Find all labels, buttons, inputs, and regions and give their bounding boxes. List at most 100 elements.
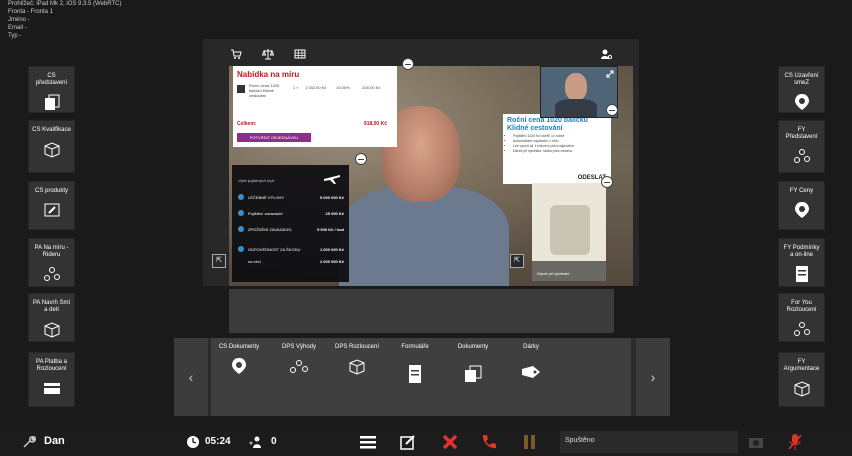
insurance-row-value: 5 000 000 Kč [319,195,344,200]
tag-icon [522,366,540,378]
share-screen-icon[interactable]: ⇱ [212,254,226,268]
insurance-header: Výše pojistných krytí [238,178,275,183]
tile-label: FY Ceny [789,188,814,194]
carousel-item-label: CS Dokumenty [218,344,260,350]
document-icon [795,266,808,282]
camera-icon[interactable] [748,435,764,449]
carousel-item-dps-vyhody[interactable]: DPS Výhody [275,344,323,375]
call-timer: 05:24 [205,436,231,447]
minimize-insurance-button[interactable] [355,153,367,165]
box-icon [44,322,59,338]
insurance-row-name: ODPOVĚDNOST ZA ŠKODU [248,247,301,252]
carousel-item-label: Dárky [523,344,539,350]
participants-icon [249,436,261,448]
right-tile-for-you-rozlouceni[interactable]: For You Rozloucení [778,293,825,342]
nodes-icon [793,322,810,336]
insurance-row-name: LÉČEBNÉ VÝLOHY [248,195,285,200]
carousel-item-label: Dokumenty [457,344,489,350]
insurance-row: ZPOŽDĚNÍ ZAVAZADEL 5 000 Kč / hod [238,225,344,237]
carousel-item-label: Formuláře [401,344,429,350]
right-tile-fy-podminky[interactable]: FY Podmínky a on-line [778,238,825,287]
taskbar: Dan 05:24 0 Spuštěno [0,429,852,456]
carousel-item-label: DPS Výhody [281,344,317,350]
document-icon [409,365,421,383]
info-line: Jméno - [8,17,30,23]
left-tile-pa-navrh[interactable]: PA Navrh Smí a deti [28,293,75,342]
nodes-icon [290,360,308,373]
insurance-row-name: Pojištění zavazadel [248,211,283,216]
tile-label: FY Argumentace [783,359,820,372]
bag-caption: Dárek při sjednání [537,271,570,276]
wrench-icon[interactable] [22,435,36,449]
minimize-bag-button[interactable] [601,176,613,188]
right-tile-fy-predstaveni[interactable]: FY Představení [778,120,825,173]
right-tile-cs-uzavreni[interactable]: CS Uzavření smeZ [778,66,825,113]
share-image-icon[interactable]: ⇱ [510,254,524,268]
tile-label: CS Uzavření smeZ [784,73,819,86]
liability-icon [238,246,244,252]
carousel-prev-button[interactable]: ‹ [174,338,208,416]
insurance-row-name: ZPOŽDĚNÍ ZAVAZADEL [248,227,293,232]
carousel-item-dokumenty[interactable]: Dokumenty [449,344,497,384]
minimize-offer-button[interactable] [402,58,414,70]
box-icon [794,381,809,397]
left-tile-pa-platba[interactable]: PA Platba a Rozloucení [28,352,75,407]
agent-body [555,99,597,117]
tile-label: CS produkty [34,188,68,194]
minimize-pip-button[interactable] [606,104,618,116]
offer-dots: ● ● ● [365,134,380,139]
hang-up-icon[interactable] [480,433,498,451]
pause-icon[interactable] [523,434,537,450]
airplane-icon [324,175,340,184]
user-settings-icon[interactable] [600,48,612,60]
tile-label: FY Podmínky a on-line [783,245,820,258]
carousel-next-button[interactable]: › [636,338,670,416]
microphone-muted-icon[interactable] [788,433,802,451]
insurance-row-value: 5 000 Kč / hod [317,227,344,232]
promo-title: Roční cena 1020 balíčku Klidné cestování [507,117,588,132]
carousel-item-cs-dokumenty[interactable]: CS Dokumenty [215,344,263,375]
participant-count: 0 [271,436,277,447]
left-tile-cs-produkty[interactable]: CS produkty [28,181,75,230]
insurance-row-value: 2 000 000 Kč [319,259,344,264]
carousel-item-dps-rozlouceni[interactable]: DPS Rozloucení [333,344,381,375]
card-icon [43,383,60,394]
tile-label: PA Navrh Smí a deti [32,300,71,313]
nodes-icon [793,149,810,163]
left-tile-cs-predstaveni[interactable]: CS představení [28,66,75,113]
insurance-row-name: na věci [248,259,261,264]
insurance-panel: Výše pojistných krytí LÉČEBNÉ VÝLOHY 5 00… [232,165,349,282]
close-icon[interactable] [442,434,458,450]
luggage-delay-icon [238,226,244,232]
offer-total-label: Celkem: [237,121,257,127]
right-tile-fy-argumentace[interactable]: FY Argumentace [778,352,825,407]
tile-label: CS představení [35,73,68,86]
insurance-row: ODPOVĚDNOST ZA ŠKODU 1 000 000 Kč [238,245,344,257]
product-thumbnail [237,85,245,93]
session-info: Prohlížeč: iPad Mk 2, iOS 9.3.5 (WebRTC)… [8,0,121,40]
carousel-item-darky[interactable]: Dárky [507,344,555,380]
luggage-icon [238,210,244,216]
tile-label: CS Kvalifikace [32,127,71,133]
right-tile-fy-ceny[interactable]: FY Ceny [778,181,825,230]
offer-row-total: -100,00 Kč [361,85,381,90]
edit-icon[interactable] [400,434,416,450]
menu-icon[interactable] [360,435,376,449]
tile-label: PA Na míru - Rideru [34,245,69,258]
clock-icon [187,436,199,448]
location-pin-icon [794,94,809,110]
notes-area[interactable] [229,289,614,333]
scales-icon[interactable] [262,48,274,60]
cart-icon[interactable] [230,48,242,60]
confirm-order-button[interactable]: POTVRDIT OBJEDNÁVKU [237,133,311,142]
info-line: Prohlížeč: iPad Mk 2, iOS 9.3.5 (WebRTC) [8,1,122,7]
left-tile-cs-kvalifikace[interactable]: CS Kvalifikace [28,120,75,173]
insurance-row: na věci 2 000 000 Kč [238,257,344,269]
carousel-item-formulare[interactable]: Formuláře [391,344,439,384]
expand-icon[interactable] [606,70,614,78]
table-icon[interactable] [294,48,306,60]
carousel: CS Dokumenty DPS Výhody DPS Rozloucení F… [211,338,631,416]
checklist-icon [44,203,59,217]
agent-head [565,73,587,101]
left-tile-pa-na-miru[interactable]: PA Na míru - Rideru [28,238,75,287]
